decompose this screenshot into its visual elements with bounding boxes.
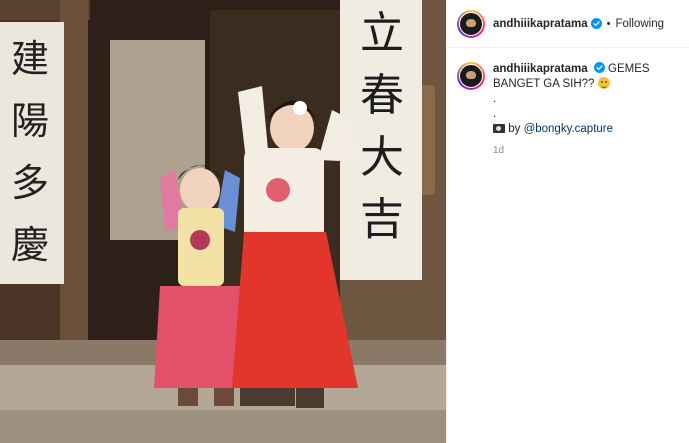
post-sidebar: andhiiikapratama • Following andhiiikapr… — [446, 0, 689, 443]
banner-character: 建 — [11, 37, 49, 81]
profile-avatar[interactable] — [457, 9, 485, 38]
post-photo[interactable]: 建陽多慶 立春大吉 — [0, 0, 446, 443]
caption-username[interactable]: andhiiikapratama — [493, 63, 588, 75]
header-username[interactable]: andhiiikapratama — [493, 18, 588, 30]
caption-credit-line: by @bongky.capture — [493, 122, 679, 137]
avatar-image — [459, 11, 483, 36]
banner-character: 春 — [360, 70, 404, 121]
camera-icon — [493, 124, 505, 133]
banner-character: 陽 — [11, 99, 49, 143]
caption-avatar[interactable] — [457, 62, 485, 90]
banner-character: 慶 — [11, 223, 49, 267]
caption-line-dot-2: . — [493, 108, 497, 120]
post-header: andhiiikapratama • Following — [447, 0, 689, 48]
photo-illustration: 建陽多慶 立春大吉 — [0, 0, 446, 443]
header-separator: • — [606, 17, 611, 30]
caption-body: andhiiikapratama GEMES BANGET GA SIH?? .… — [493, 62, 679, 158]
banner-character: 大 — [360, 132, 404, 183]
following-button[interactable]: Following — [615, 18, 664, 30]
banner-character: 多 — [11, 161, 49, 205]
avatar-image — [459, 64, 483, 88]
banner-character: 吉 — [360, 194, 404, 245]
caption-credit-prefix: by — [508, 123, 521, 135]
photographer-mention-link[interactable]: @bongky.capture — [524, 123, 613, 135]
verified-badge-icon — [590, 18, 602, 29]
smiling-hearts-emoji-icon — [597, 77, 610, 89]
caption-first-line: andhiiikapratama GEMES BANGET GA SIH?? — [493, 62, 679, 92]
banner-character: 立 — [360, 8, 404, 59]
verified-badge-icon — [593, 62, 605, 73]
post-timestamp[interactable]: 1d — [493, 143, 679, 158]
caption-line-dot-1: . — [493, 93, 497, 105]
instagram-post: 建陽多慶 立春大吉 andhiiikapratama • Following a… — [0, 0, 689, 443]
caption-section: andhiiikapratama GEMES BANGET GA SIH?? .… — [447, 48, 689, 158]
